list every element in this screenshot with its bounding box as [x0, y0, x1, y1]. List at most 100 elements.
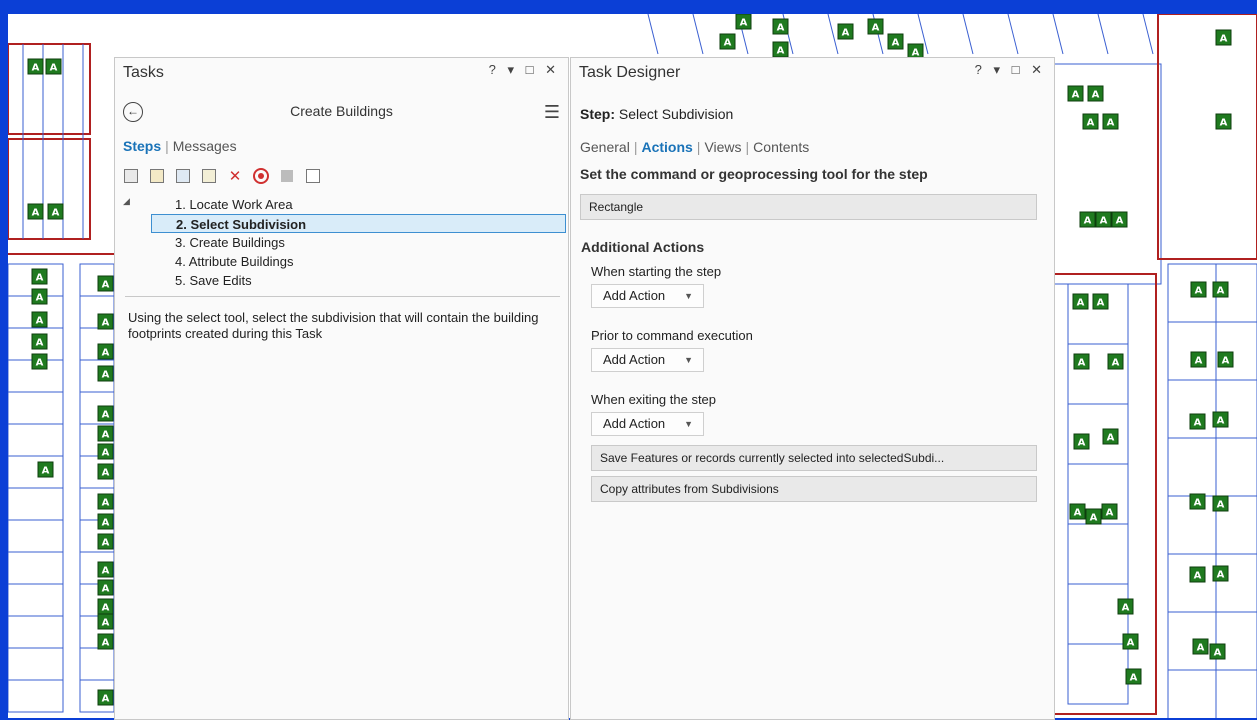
- building-marker[interactable]: A: [1190, 281, 1207, 298]
- insert-step-icon[interactable]: [201, 168, 217, 184]
- clipboard-icon[interactable]: [305, 168, 321, 184]
- add-action-starting-button[interactable]: Add Action ▼: [591, 284, 704, 308]
- tab-general[interactable]: General: [580, 139, 630, 155]
- hamburger-menu-icon[interactable]: ☰: [544, 102, 560, 123]
- building-marker[interactable]: A: [1189, 566, 1206, 583]
- command-selector[interactable]: Rectangle: [580, 194, 1037, 220]
- building-marker[interactable]: A: [1101, 503, 1118, 520]
- building-marker[interactable]: A: [1082, 113, 1099, 130]
- building-marker[interactable]: A: [97, 365, 114, 382]
- step-item[interactable]: 4. Attribute Buildings: [151, 252, 566, 271]
- building-marker[interactable]: A: [1190, 351, 1207, 368]
- building-marker[interactable]: A: [1073, 353, 1090, 370]
- tab-actions[interactable]: Actions: [641, 139, 692, 155]
- exit-action-copy-attributes[interactable]: Copy attributes from Subdivisions: [591, 476, 1037, 502]
- building-marker[interactable]: A: [97, 425, 114, 442]
- building-marker[interactable]: A: [97, 633, 114, 650]
- add-action-exiting-button[interactable]: Add Action ▼: [591, 412, 704, 436]
- building-marker[interactable]: A: [735, 14, 752, 30]
- building-marker[interactable]: A: [45, 58, 62, 75]
- step-item-selected[interactable]: 2. Select Subdivision: [151, 214, 566, 233]
- options-dropdown-icon[interactable]: ▾: [507, 62, 518, 78]
- building-marker[interactable]: A: [1102, 113, 1119, 130]
- building-marker[interactable]: A: [1189, 493, 1206, 510]
- building-marker[interactable]: A: [97, 463, 114, 480]
- new-step-icon[interactable]: [149, 168, 165, 184]
- building-marker[interactable]: A: [97, 561, 114, 578]
- building-marker[interactable]: A: [1069, 503, 1086, 520]
- tab-contents[interactable]: Contents: [753, 139, 809, 155]
- building-marker[interactable]: A: [1122, 633, 1139, 650]
- building-marker[interactable]: A: [97, 313, 114, 330]
- building-marker[interactable]: A: [1192, 638, 1209, 655]
- building-marker[interactable]: A: [1102, 428, 1119, 445]
- building-marker[interactable]: A: [1125, 668, 1142, 685]
- building-marker[interactable]: A: [31, 333, 48, 350]
- building-marker[interactable]: A: [1117, 598, 1134, 615]
- edit-step-icon[interactable]: [123, 168, 139, 184]
- building-marker[interactable]: A: [1212, 495, 1229, 512]
- building-marker[interactable]: A: [772, 41, 789, 58]
- building-marker[interactable]: A: [1085, 508, 1102, 525]
- tasks-titlebar[interactable]: Tasks ? ▾ □ ✕: [115, 58, 568, 88]
- building-marker[interactable]: A: [97, 533, 114, 550]
- building-marker[interactable]: A: [1067, 85, 1084, 102]
- step-item[interactable]: 3. Create Buildings: [151, 233, 566, 252]
- stop-icon[interactable]: [279, 168, 295, 184]
- maximize-icon[interactable]: □: [526, 62, 538, 77]
- building-marker[interactable]: A: [887, 33, 904, 50]
- building-marker[interactable]: A: [97, 613, 114, 630]
- building-marker[interactable]: A: [37, 461, 54, 478]
- new-group-icon[interactable]: [175, 168, 191, 184]
- tab-steps[interactable]: Steps: [123, 138, 161, 154]
- building-marker[interactable]: A: [837, 23, 854, 40]
- building-marker[interactable]: A: [97, 579, 114, 596]
- designer-titlebar[interactable]: Task Designer ? ▾ □ ✕: [571, 58, 1054, 88]
- building-marker[interactable]: A: [1212, 565, 1229, 582]
- step-item[interactable]: 5. Save Edits: [151, 271, 566, 290]
- building-marker[interactable]: A: [31, 268, 48, 285]
- building-marker[interactable]: A: [1095, 211, 1112, 228]
- building-marker[interactable]: A: [1209, 643, 1226, 660]
- building-marker[interactable]: A: [97, 689, 114, 706]
- collapse-arrow-icon[interactable]: ◢: [123, 196, 130, 207]
- tab-views[interactable]: Views: [704, 139, 741, 155]
- building-marker[interactable]: A: [47, 203, 64, 220]
- building-marker[interactable]: A: [1212, 281, 1229, 298]
- help-icon[interactable]: ?: [489, 62, 500, 77]
- building-marker[interactable]: A: [97, 493, 114, 510]
- building-marker[interactable]: A: [27, 203, 44, 220]
- building-marker[interactable]: A: [1111, 211, 1128, 228]
- tab-messages[interactable]: Messages: [173, 138, 237, 154]
- building-marker[interactable]: A: [1217, 351, 1234, 368]
- building-marker[interactable]: A: [1215, 113, 1232, 130]
- options-dropdown-icon[interactable]: ▾: [993, 62, 1004, 78]
- building-marker[interactable]: A: [719, 33, 736, 50]
- add-action-prior-button[interactable]: Add Action ▼: [591, 348, 704, 372]
- building-marker[interactable]: A: [31, 288, 48, 305]
- help-icon[interactable]: ?: [975, 62, 986, 77]
- step-item[interactable]: 1. Locate Work Area: [151, 195, 566, 214]
- building-marker[interactable]: A: [97, 443, 114, 460]
- close-icon[interactable]: ✕: [545, 62, 560, 78]
- building-marker[interactable]: A: [772, 18, 789, 35]
- building-marker[interactable]: A: [1107, 353, 1124, 370]
- close-icon[interactable]: ✕: [1031, 62, 1046, 78]
- building-marker[interactable]: A: [1072, 293, 1089, 310]
- building-marker[interactable]: A: [1073, 433, 1090, 450]
- building-marker[interactable]: A: [1212, 411, 1229, 428]
- building-marker[interactable]: A: [27, 58, 44, 75]
- record-icon[interactable]: [253, 168, 269, 184]
- building-marker[interactable]: A: [867, 18, 884, 35]
- building-marker[interactable]: A: [31, 311, 48, 328]
- building-marker[interactable]: A: [1189, 413, 1206, 430]
- building-marker[interactable]: A: [97, 275, 114, 292]
- building-marker[interactable]: A: [1215, 29, 1232, 46]
- building-marker[interactable]: A: [97, 405, 114, 422]
- exit-action-save-features[interactable]: Save Features or records currently selec…: [591, 445, 1037, 471]
- building-marker[interactable]: A: [1087, 85, 1104, 102]
- building-marker[interactable]: A: [97, 513, 114, 530]
- building-marker[interactable]: A: [1079, 211, 1096, 228]
- building-marker[interactable]: A: [97, 598, 114, 615]
- building-marker[interactable]: A: [97, 343, 114, 360]
